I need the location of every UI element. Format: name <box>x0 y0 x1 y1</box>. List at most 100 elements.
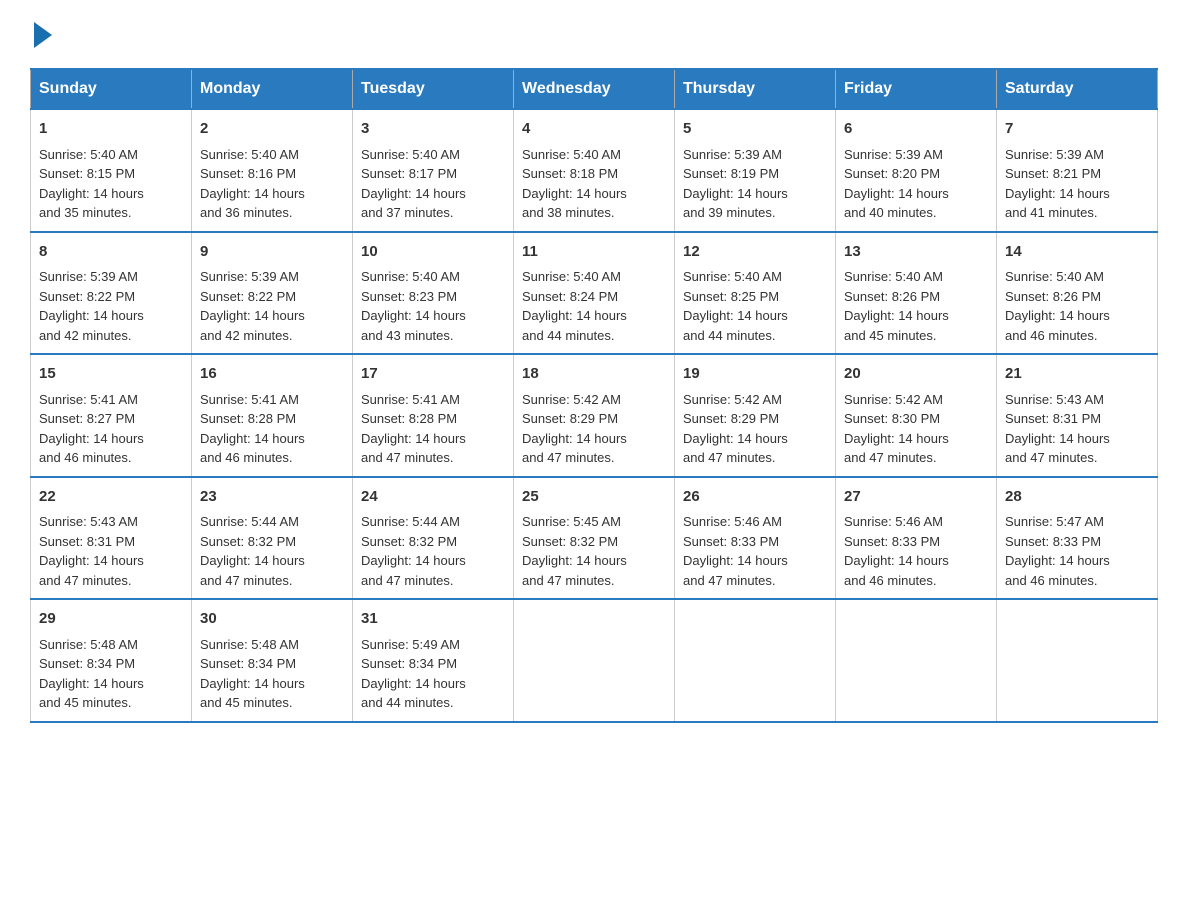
daylight-label: Daylight: 14 hours <box>522 186 627 201</box>
sunrise-label: Sunrise: 5:44 AM <box>361 514 460 529</box>
calendar-cell: 16Sunrise: 5:41 AMSunset: 8:28 PMDayligh… <box>192 354 353 477</box>
header-saturday: Saturday <box>997 69 1158 109</box>
calendar-cell: 14Sunrise: 5:40 AMSunset: 8:26 PMDayligh… <box>997 232 1158 355</box>
daylight-minutes: and 44 minutes. <box>683 328 776 343</box>
calendar-week-row: 1Sunrise: 5:40 AMSunset: 8:15 PMDaylight… <box>31 109 1158 232</box>
calendar-cell: 26Sunrise: 5:46 AMSunset: 8:33 PMDayligh… <box>675 477 836 600</box>
day-number: 25 <box>522 486 666 509</box>
sunrise-label: Sunrise: 5:40 AM <box>522 269 621 284</box>
daylight-label: Daylight: 14 hours <box>39 553 144 568</box>
day-number: 2 <box>200 118 344 141</box>
daylight-label: Daylight: 14 hours <box>844 186 949 201</box>
calendar-cell <box>514 599 675 722</box>
header-sunday: Sunday <box>31 69 192 109</box>
calendar-week-row: 29Sunrise: 5:48 AMSunset: 8:34 PMDayligh… <box>31 599 1158 722</box>
sunrise-label: Sunrise: 5:40 AM <box>361 147 460 162</box>
logo <box>30 20 52 48</box>
daylight-label: Daylight: 14 hours <box>522 553 627 568</box>
logo-arrow-icon <box>34 22 52 48</box>
daylight-label: Daylight: 14 hours <box>39 676 144 691</box>
sunrise-label: Sunrise: 5:39 AM <box>683 147 782 162</box>
day-number: 15 <box>39 363 183 386</box>
day-number: 18 <box>522 363 666 386</box>
sunset-label: Sunset: 8:34 PM <box>200 656 296 671</box>
sunrise-label: Sunrise: 5:40 AM <box>683 269 782 284</box>
calendar-cell: 4Sunrise: 5:40 AMSunset: 8:18 PMDaylight… <box>514 109 675 232</box>
daylight-label: Daylight: 14 hours <box>361 431 466 446</box>
calendar-cell: 25Sunrise: 5:45 AMSunset: 8:32 PMDayligh… <box>514 477 675 600</box>
day-number: 21 <box>1005 363 1149 386</box>
day-number: 23 <box>200 486 344 509</box>
sunset-label: Sunset: 8:23 PM <box>361 289 457 304</box>
sunrise-label: Sunrise: 5:42 AM <box>683 392 782 407</box>
calendar-cell: 17Sunrise: 5:41 AMSunset: 8:28 PMDayligh… <box>353 354 514 477</box>
daylight-minutes: and 36 minutes. <box>200 205 293 220</box>
sunrise-label: Sunrise: 5:40 AM <box>1005 269 1104 284</box>
sunrise-label: Sunrise: 5:40 AM <box>200 147 299 162</box>
calendar-cell <box>836 599 997 722</box>
daylight-label: Daylight: 14 hours <box>683 308 788 323</box>
daylight-minutes: and 46 minutes. <box>844 573 937 588</box>
daylight-minutes: and 45 minutes. <box>39 695 132 710</box>
sunset-label: Sunset: 8:24 PM <box>522 289 618 304</box>
calendar-cell: 19Sunrise: 5:42 AMSunset: 8:29 PMDayligh… <box>675 354 836 477</box>
daylight-minutes: and 44 minutes. <box>522 328 615 343</box>
calendar-cell: 23Sunrise: 5:44 AMSunset: 8:32 PMDayligh… <box>192 477 353 600</box>
daylight-minutes: and 37 minutes. <box>361 205 454 220</box>
calendar-cell: 9Sunrise: 5:39 AMSunset: 8:22 PMDaylight… <box>192 232 353 355</box>
daylight-minutes: and 47 minutes. <box>361 573 454 588</box>
daylight-minutes: and 41 minutes. <box>1005 205 1098 220</box>
daylight-label: Daylight: 14 hours <box>844 308 949 323</box>
sunset-label: Sunset: 8:32 PM <box>361 534 457 549</box>
sunrise-label: Sunrise: 5:40 AM <box>39 147 138 162</box>
calendar-week-row: 22Sunrise: 5:43 AMSunset: 8:31 PMDayligh… <box>31 477 1158 600</box>
day-number: 20 <box>844 363 988 386</box>
calendar-cell: 5Sunrise: 5:39 AMSunset: 8:19 PMDaylight… <box>675 109 836 232</box>
calendar-cell: 3Sunrise: 5:40 AMSunset: 8:17 PMDaylight… <box>353 109 514 232</box>
daylight-minutes: and 46 minutes. <box>1005 328 1098 343</box>
daylight-label: Daylight: 14 hours <box>1005 431 1110 446</box>
day-number: 9 <box>200 241 344 264</box>
sunrise-label: Sunrise: 5:48 AM <box>200 637 299 652</box>
daylight-label: Daylight: 14 hours <box>39 431 144 446</box>
sunrise-label: Sunrise: 5:46 AM <box>844 514 943 529</box>
daylight-label: Daylight: 14 hours <box>200 308 305 323</box>
day-number: 30 <box>200 608 344 631</box>
daylight-label: Daylight: 14 hours <box>200 186 305 201</box>
sunset-label: Sunset: 8:34 PM <box>361 656 457 671</box>
daylight-label: Daylight: 14 hours <box>361 553 466 568</box>
daylight-label: Daylight: 14 hours <box>361 308 466 323</box>
sunset-label: Sunset: 8:22 PM <box>200 289 296 304</box>
calendar-cell: 22Sunrise: 5:43 AMSunset: 8:31 PMDayligh… <box>31 477 192 600</box>
sunrise-label: Sunrise: 5:48 AM <box>39 637 138 652</box>
day-number: 3 <box>361 118 505 141</box>
sunset-label: Sunset: 8:20 PM <box>844 166 940 181</box>
sunset-label: Sunset: 8:16 PM <box>200 166 296 181</box>
day-number: 28 <box>1005 486 1149 509</box>
day-number: 26 <box>683 486 827 509</box>
day-number: 7 <box>1005 118 1149 141</box>
calendar-cell: 12Sunrise: 5:40 AMSunset: 8:25 PMDayligh… <box>675 232 836 355</box>
calendar-header-row: SundayMondayTuesdayWednesdayThursdayFrid… <box>31 69 1158 109</box>
calendar-cell: 18Sunrise: 5:42 AMSunset: 8:29 PMDayligh… <box>514 354 675 477</box>
calendar-cell: 10Sunrise: 5:40 AMSunset: 8:23 PMDayligh… <box>353 232 514 355</box>
daylight-label: Daylight: 14 hours <box>683 553 788 568</box>
sunrise-label: Sunrise: 5:42 AM <box>844 392 943 407</box>
sunset-label: Sunset: 8:32 PM <box>522 534 618 549</box>
daylight-label: Daylight: 14 hours <box>522 308 627 323</box>
daylight-minutes: and 42 minutes. <box>39 328 132 343</box>
calendar-cell: 28Sunrise: 5:47 AMSunset: 8:33 PMDayligh… <box>997 477 1158 600</box>
daylight-minutes: and 47 minutes. <box>522 450 615 465</box>
daylight-minutes: and 42 minutes. <box>200 328 293 343</box>
daylight-minutes: and 45 minutes. <box>844 328 937 343</box>
sunset-label: Sunset: 8:21 PM <box>1005 166 1101 181</box>
day-number: 31 <box>361 608 505 631</box>
sunset-label: Sunset: 8:25 PM <box>683 289 779 304</box>
header-tuesday: Tuesday <box>353 69 514 109</box>
day-number: 16 <box>200 363 344 386</box>
daylight-minutes: and 47 minutes. <box>683 450 776 465</box>
header-monday: Monday <box>192 69 353 109</box>
daylight-minutes: and 45 minutes. <box>200 695 293 710</box>
calendar-week-row: 8Sunrise: 5:39 AMSunset: 8:22 PMDaylight… <box>31 232 1158 355</box>
day-number: 10 <box>361 241 505 264</box>
